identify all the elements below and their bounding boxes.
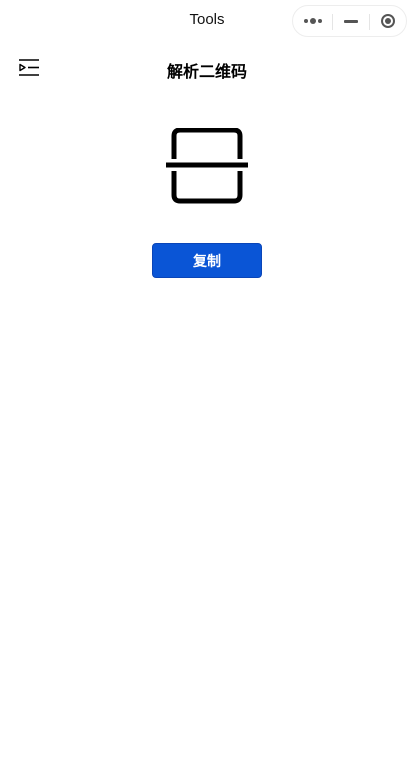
page-title: 解析二维码 bbox=[166, 62, 247, 81]
scan-icon bbox=[166, 127, 248, 204]
close-button[interactable] bbox=[370, 6, 406, 36]
minimize-button[interactable] bbox=[333, 6, 369, 36]
target-circle-icon bbox=[381, 14, 395, 28]
copy-button[interactable]: 复制 bbox=[152, 243, 262, 278]
scan-button[interactable] bbox=[164, 127, 250, 204]
more-button[interactable] bbox=[293, 6, 333, 36]
minimize-icon bbox=[344, 19, 358, 23]
navigation-bar: Tools bbox=[0, 0, 414, 42]
app-page: Tools 解析二维码 复制 bbox=[0, 0, 414, 780]
more-dots-icon bbox=[304, 18, 322, 24]
capsule-menu bbox=[292, 5, 407, 37]
